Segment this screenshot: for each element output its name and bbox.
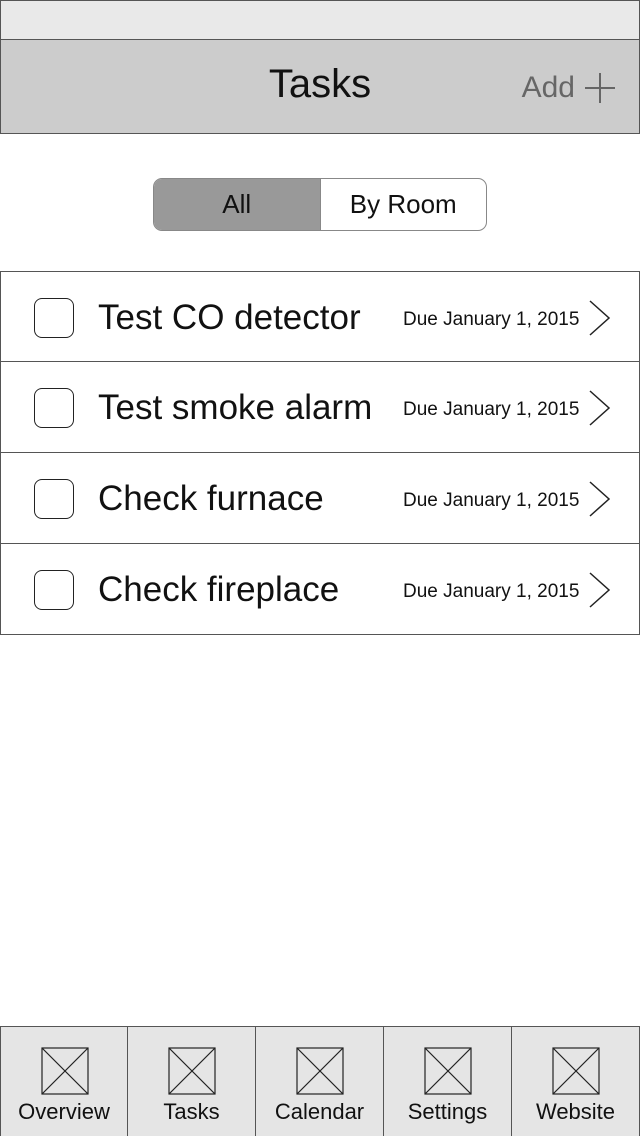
tab-calendar[interactable]: Calendar — [256, 1027, 384, 1136]
chevron-right-icon — [589, 481, 611, 517]
tab-overview[interactable]: Overview — [0, 1027, 128, 1136]
add-task-button[interactable]: Add — [522, 68, 615, 108]
task-title: Check furnace — [98, 479, 324, 518]
tab-label: Calendar — [274, 1099, 365, 1124]
task-title: Test CO detector — [98, 298, 361, 337]
task-checkbox[interactable] — [34, 479, 74, 519]
tab-bar: Overview Tasks Calendar Settings Website — [0, 1026, 640, 1136]
add-label: Add — [521, 71, 575, 104]
task-checkbox[interactable] — [34, 298, 74, 338]
task-list: Test CO detector Due January 1, 2015 Tes… — [0, 271, 640, 635]
chevron-right-icon — [589, 300, 611, 336]
task-checkbox[interactable] — [34, 388, 74, 428]
image-placeholder-icon — [41, 1047, 89, 1095]
filter-segmented-control: All By Room — [153, 178, 487, 231]
segment-by-room-label: By Room — [349, 189, 457, 219]
task-due-date: Due January 1, 2015 — [403, 581, 580, 602]
task-title: Test smoke alarm — [98, 388, 373, 427]
task-row[interactable]: Test smoke alarm Due January 1, 2015 — [0, 362, 640, 453]
status-bar — [0, 0, 640, 40]
segment-all-label: All — [222, 189, 252, 219]
task-row[interactable]: Test CO detector Due January 1, 2015 — [0, 271, 640, 362]
task-due-date: Due January 1, 2015 — [403, 490, 580, 511]
image-placeholder-icon — [168, 1047, 216, 1095]
task-checkbox[interactable] — [34, 570, 74, 610]
tab-label: Tasks — [163, 1099, 220, 1124]
task-title: Check fireplace — [98, 570, 340, 609]
task-row[interactable]: Check furnace Due January 1, 2015 — [0, 453, 640, 544]
tab-settings[interactable]: Settings — [384, 1027, 512, 1136]
segment-by-room[interactable]: By Room — [319, 179, 487, 230]
tab-label: Overview — [18, 1099, 110, 1124]
image-placeholder-icon — [296, 1047, 344, 1095]
image-placeholder-icon — [424, 1047, 472, 1095]
tab-label: Settings — [407, 1099, 488, 1124]
chevron-right-icon — [589, 572, 611, 608]
tasks-screen: Tasks Add All By Room Test CO detector D… — [0, 0, 640, 1136]
segment-all[interactable]: All — [154, 179, 320, 230]
image-placeholder-icon — [552, 1047, 600, 1095]
plus-icon — [585, 73, 615, 103]
navigation-bar: Tasks Add — [0, 39, 640, 134]
tab-website[interactable]: Website — [512, 1027, 640, 1136]
tab-label: Website — [535, 1099, 616, 1124]
chevron-right-icon — [589, 390, 611, 426]
tab-tasks[interactable]: Tasks — [128, 1027, 256, 1136]
task-due-date: Due January 1, 2015 — [403, 399, 580, 420]
task-row[interactable]: Check fireplace Due January 1, 2015 — [0, 544, 640, 635]
task-due-date: Due January 1, 2015 — [403, 309, 580, 330]
